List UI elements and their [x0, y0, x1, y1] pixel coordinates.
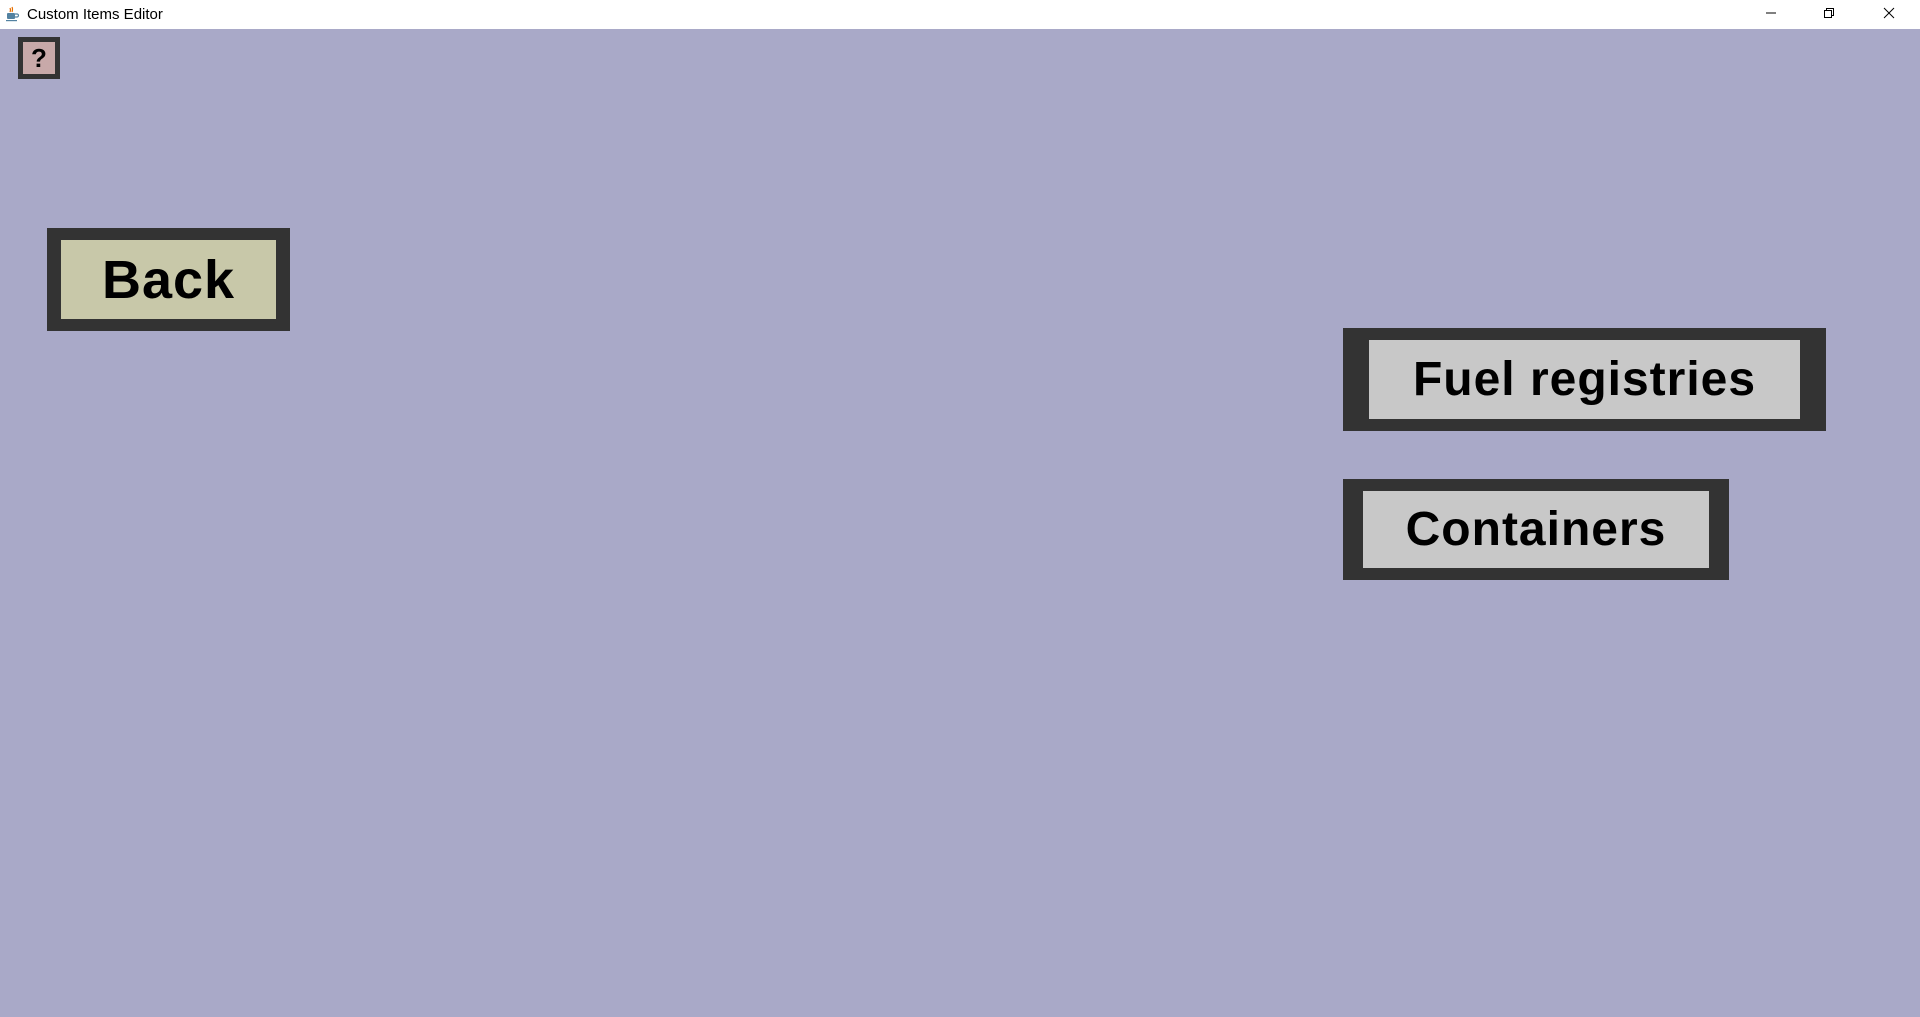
minimize-button[interactable]	[1742, 0, 1800, 29]
back-button[interactable]: Back	[47, 228, 290, 331]
containers-button-label: Containers	[1363, 491, 1709, 568]
fuel-registries-button[interactable]: Fuel registries	[1343, 328, 1826, 431]
back-button-label: Back	[61, 240, 276, 319]
containers-button[interactable]: Containers	[1343, 479, 1729, 580]
window-title: Custom Items Editor	[27, 6, 163, 23]
help-button-label: ?	[23, 42, 55, 74]
maximize-button[interactable]	[1800, 0, 1858, 29]
close-icon	[1883, 6, 1895, 24]
title-bar[interactable]: Custom Items Editor	[0, 0, 1920, 29]
minimize-icon	[1765, 6, 1777, 24]
close-button[interactable]	[1858, 0, 1920, 29]
fuel-registries-button-label: Fuel registries	[1369, 340, 1800, 419]
help-button[interactable]: ?	[18, 37, 60, 79]
app-window: Custom Items Editor ? Back Fuel registri…	[0, 0, 1920, 1017]
main-panel: ? Back Fuel registries Containers	[0, 29, 1920, 1017]
java-cup-icon	[4, 6, 20, 22]
restore-icon	[1823, 6, 1835, 24]
